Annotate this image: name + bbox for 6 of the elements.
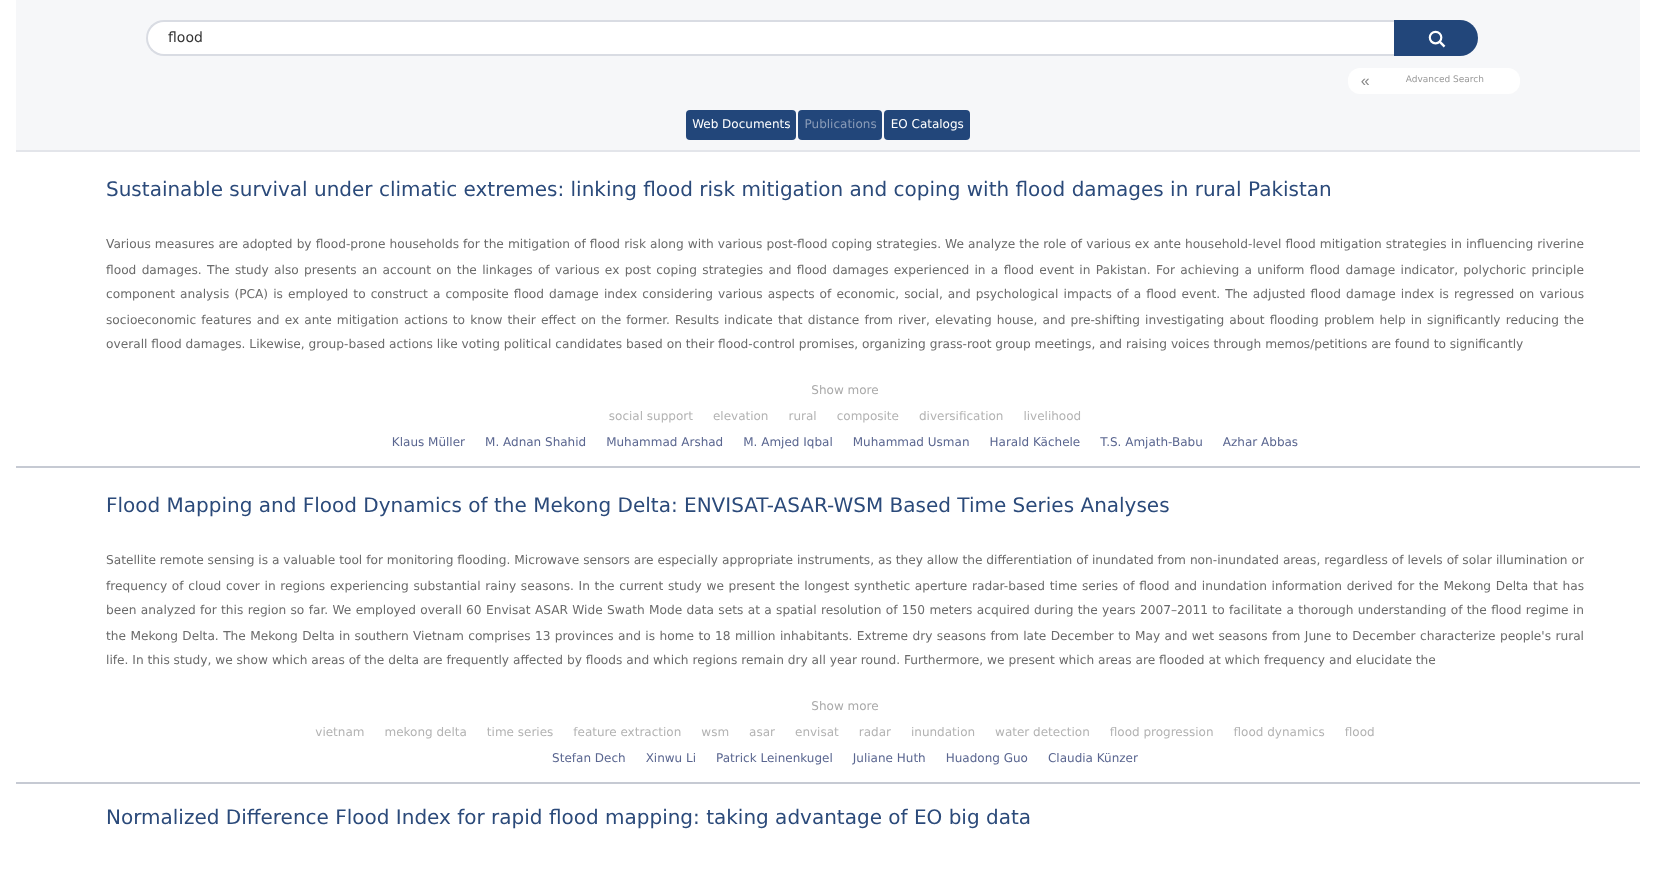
result-title[interactable]: Sustainable survival under climatic extremes: linking flood risk mitigation and coping with flood damages in rural Pakistan (106, 180, 1584, 202)
search-icon (1427, 29, 1445, 47)
result-title[interactable]: Flood Mapping and Flood Dynamics of the Mekong Delta: ENVISAT-ASAR-WSM Based Time Series Analyses (106, 495, 1584, 518)
search-button[interactable] (1394, 20, 1478, 56)
result-title[interactable]: Normalized Difference Flood Index for rapid flood mapping: taking advantage of EO big data (106, 807, 1584, 830)
collapse-toggle[interactable]: « (1360, 72, 1370, 90)
